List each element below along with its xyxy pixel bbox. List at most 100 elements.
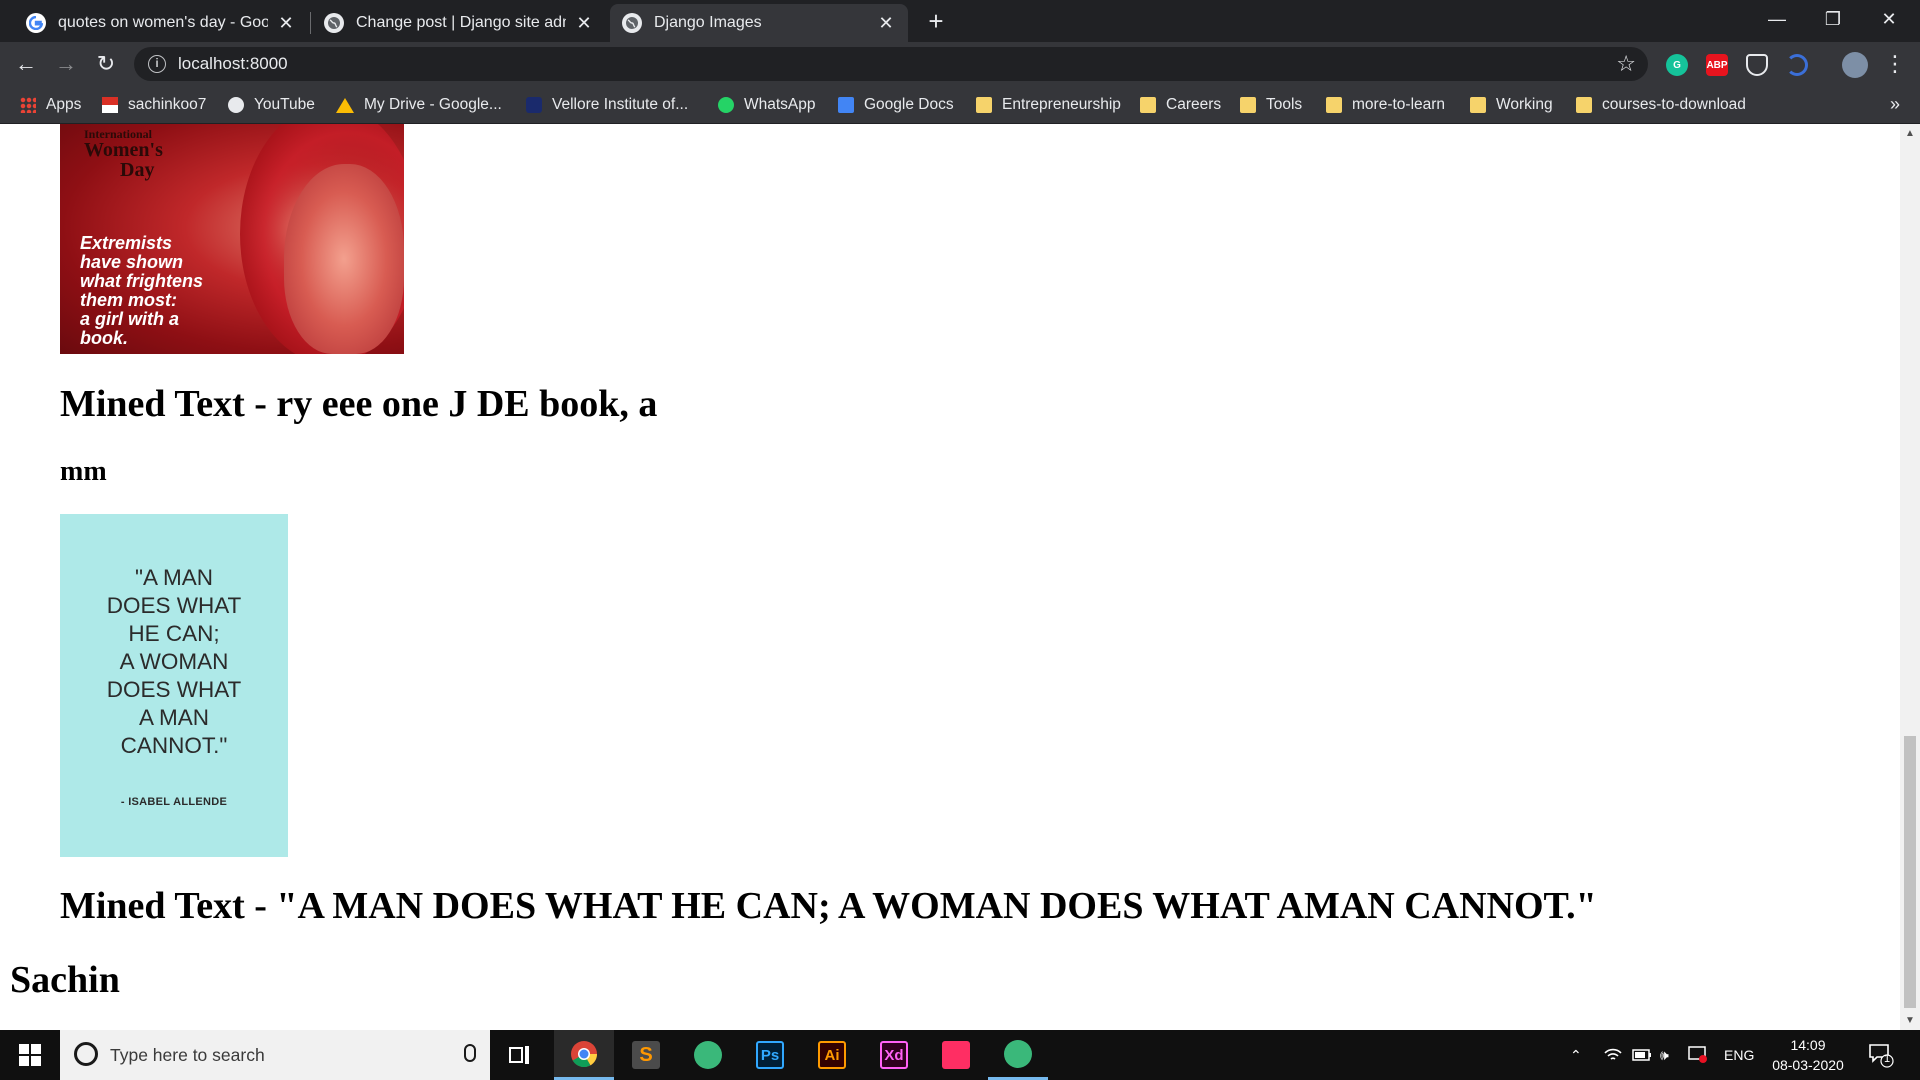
forward-button[interactable]: → (52, 50, 80, 78)
grammarly-icon[interactable]: G (1666, 54, 1688, 76)
folder-icon (1326, 97, 1342, 113)
bookmark-drive[interactable]: My Drive - Google... (336, 94, 502, 116)
show-hidden-icons-button[interactable]: ⌃ (1570, 1030, 1582, 1080)
taskbar-illustrator[interactable]: Ai (802, 1030, 862, 1080)
taskbar-chrome[interactable] (554, 1030, 614, 1080)
adblock-icon[interactable]: ABP (1706, 54, 1728, 76)
task-view-button[interactable] (490, 1030, 550, 1080)
bookmark-gmail[interactable]: sachinkoo7 (102, 94, 206, 116)
address-url: localhost:8000 (178, 54, 288, 73)
scrollbar-thumb[interactable] (1904, 736, 1916, 1008)
clock-date: 08-03-2020 (1772, 1057, 1844, 1073)
google-g-icon (26, 13, 46, 33)
taskbar-search-box[interactable]: Type here to search (60, 1030, 490, 1080)
scroll-up-arrow-icon[interactable]: ▲ (1900, 128, 1920, 139)
vertical-scrollbar[interactable]: ▲ ▼ (1900, 124, 1920, 1030)
poster-quote: Extremists have shown what frightens the… (80, 233, 204, 348)
action-center-button[interactable]: 1 (1868, 1042, 1894, 1068)
close-icon[interactable]: ✕ (876, 13, 896, 34)
illustrator-icon: Ai (818, 1041, 846, 1069)
scroll-down-arrow-icon[interactable]: ▼ (1900, 1015, 1920, 1026)
taskbar-app-pink[interactable] (926, 1030, 986, 1080)
taskbar-xd[interactable]: Xd (864, 1030, 924, 1080)
new-tab-button[interactable]: + (922, 6, 950, 36)
bookmark-folder-more-to-learn[interactable]: more-to-learn (1326, 94, 1445, 116)
bookmark-folder-careers[interactable]: Careers (1140, 94, 1221, 116)
folder-icon (1576, 97, 1592, 113)
menu-icon[interactable]: ⋮ (1884, 50, 1906, 78)
search-placeholder: Type here to search (110, 1045, 265, 1065)
womens-day-poster-image: International Women's Day Extremists hav… (60, 124, 404, 354)
taskbar-clock[interactable]: 14:09 08-03-2020 (1758, 1035, 1858, 1075)
info-icon[interactable]: i (148, 55, 166, 73)
taskbar-sublime-text[interactable]: S (616, 1030, 676, 1080)
tab-title: Change post | Django site admin (356, 14, 566, 31)
profile-avatar[interactable] (1842, 52, 1868, 78)
author-heading: Sachin (10, 959, 120, 1001)
app-icon (694, 1041, 722, 1069)
cortana-icon (74, 1042, 98, 1066)
tab-django-admin[interactable]: Change post | Django site admin ✕ (312, 4, 606, 42)
clock-time: 14:09 (1790, 1037, 1826, 1053)
poster-quote: "A MAN DOES WHAT HE CAN; A WOMAN DOES WH… (106, 565, 242, 758)
whatsapp-icon (718, 97, 734, 113)
taskbar-app-green[interactable] (678, 1030, 738, 1080)
folder-icon (976, 97, 992, 113)
wifi-icon[interactable] (1604, 1030, 1622, 1080)
folder-icon (1470, 97, 1486, 113)
notification-badge-icon[interactable] (1688, 1030, 1708, 1080)
close-window-button[interactable]: ✕ (1862, 0, 1916, 40)
bookmark-vit[interactable]: Vellore Institute of... (526, 94, 688, 116)
restore-button[interactable]: ❐ (1806, 0, 1860, 40)
browser-toolbar: ← → ↻ i localhost:8000 ☆ G ABP ⋮ (0, 42, 1920, 86)
bookmark-folder-tools[interactable]: Tools (1240, 94, 1302, 116)
notification-count: 1 (1884, 1053, 1891, 1065)
bookmark-folder-courses-to-download[interactable]: courses-to-download (1576, 94, 1746, 116)
drive-icon (336, 97, 354, 113)
tab-title: quotes on women's day - Google (58, 14, 268, 31)
taskbar-app-green-2[interactable] (988, 1030, 1048, 1080)
app-icon (1004, 1039, 1032, 1068)
language-indicator[interactable]: ENG (1724, 1030, 1754, 1080)
tab-divider (310, 12, 311, 34)
mined-text-heading: Mined Text - ry eee one J DE book, a (60, 383, 658, 425)
bookmarks-overflow-button[interactable]: » (1890, 94, 1900, 115)
reload-button[interactable]: ↻ (92, 50, 120, 78)
minimize-button[interactable]: — (1750, 0, 1804, 40)
apps-grid-icon (20, 97, 36, 113)
bookmark-apps[interactable]: Apps (20, 94, 81, 116)
moon-extension-icon[interactable] (1786, 54, 1808, 76)
adobe-xd-icon: Xd (880, 1041, 908, 1069)
microphone-icon[interactable] (464, 1044, 476, 1062)
close-icon[interactable]: ✕ (276, 13, 296, 34)
gmail-icon (102, 97, 118, 113)
shield-icon[interactable] (1746, 54, 1768, 76)
bookmark-google-docs[interactable]: Google Docs (838, 94, 954, 116)
bookmark-whatsapp[interactable]: WhatsApp (718, 94, 816, 116)
page-viewport: International Women's Day Extremists hav… (0, 124, 1900, 1030)
battery-icon[interactable] (1632, 1030, 1652, 1080)
address-bar[interactable]: i localhost:8000 ☆ (134, 47, 1648, 81)
tab-django-images[interactable]: Django Images ✕ (610, 4, 908, 42)
bookmark-folder-entrepreneurship[interactable]: Entrepreneurship (976, 94, 1121, 116)
start-button[interactable] (0, 1030, 60, 1080)
poster-heading: International Women's Day (84, 127, 163, 181)
bookmark-folder-working[interactable]: Working (1470, 94, 1553, 116)
back-button[interactable]: ← (12, 50, 40, 78)
globe-icon (622, 13, 642, 33)
docs-icon (838, 97, 854, 113)
bookmark-star-icon[interactable]: ☆ (1616, 51, 1636, 77)
mined-text-heading: Mined Text - "A MAN DOES WHAT HE CAN; A … (60, 885, 1597, 927)
poster-attribution: - ISABEL ALLENDE (120, 796, 228, 808)
app-icon (942, 1041, 970, 1069)
folder-icon (1140, 97, 1156, 113)
tab-title: Django Images (654, 14, 762, 31)
volume-icon[interactable]: 🕪 (1660, 1030, 1669, 1080)
tab-google-search[interactable]: quotes on women's day - Google ✕ (14, 4, 308, 42)
taskbar-photoshop[interactable]: Ps (740, 1030, 800, 1080)
close-icon[interactable]: ✕ (574, 13, 594, 34)
vit-icon (526, 97, 542, 113)
bookmark-youtube[interactable]: YouTube (228, 94, 315, 116)
chrome-icon (571, 1040, 598, 1067)
windows-taskbar: Type here to search S Ps Ai Xd ⌃ 🕪 ENG 1… (0, 1030, 1920, 1080)
